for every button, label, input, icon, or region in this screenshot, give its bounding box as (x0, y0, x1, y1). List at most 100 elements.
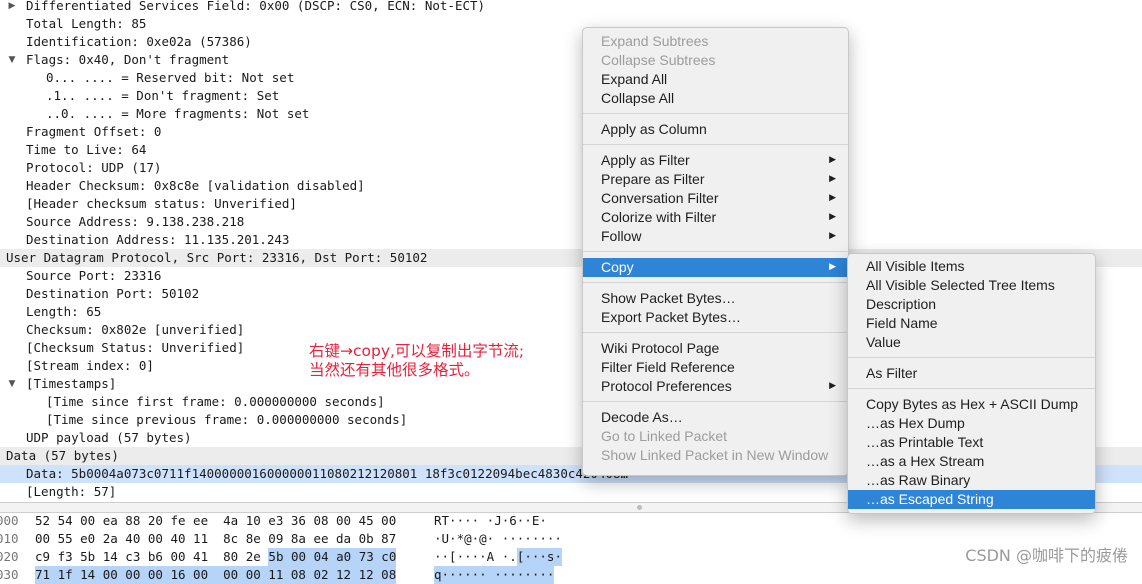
menu-item-description[interactable]: Description (848, 295, 1095, 314)
menu-item-wiki-protocol-page[interactable]: Wiki Protocol Page (583, 339, 848, 358)
menu-item-apply-as-column[interactable]: Apply as Column (583, 120, 848, 139)
menu-item-field-name[interactable]: Field Name (848, 314, 1095, 333)
tree-row-text: Time to Live: 64 (26, 142, 147, 157)
menu-item-label: Apply as Column (601, 121, 707, 137)
tree-row-text: Fragment Offset: 0 (26, 124, 162, 139)
expanded-arrow-icon[interactable]: ▼ (6, 51, 18, 69)
submenu-arrow-icon: ▶ (829, 212, 836, 222)
tree-row[interactable]: Source Address: 9.138.238.218 (0, 213, 1142, 231)
menu-item-label: Field Name (866, 315, 938, 331)
menu-item-label: Conversation Filter (601, 190, 719, 206)
menu-item-as-escaped-string[interactable]: …as Escaped String (848, 490, 1095, 509)
hex-bytes-selected[interactable]: 71 1f 14 00 00 00 16 00 00 00 11 08 02 1… (35, 566, 397, 584)
hex-row: 030 71 1f 14 00 00 00 16 00 00 00 11 08 0… (0, 566, 1142, 584)
hex-offset[interactable]: 000 (0, 512, 19, 530)
tree-row[interactable]: Time to Live: 64 (0, 141, 1142, 159)
menu-item-all-visible-selected-tree-items[interactable]: All Visible Selected Tree Items (848, 276, 1095, 295)
menu-item-label: Export Packet Bytes… (601, 309, 742, 325)
menu-separator (583, 401, 848, 402)
menu-item-collapse-all[interactable]: Collapse All (583, 89, 848, 108)
tree-row-text: Header Checksum: 0x8c8e [validation disa… (26, 178, 365, 193)
tree-row[interactable]: ..0. .... = More fragments: Not set (0, 105, 1142, 123)
menu-item-copy-bytes-as-hex-ascii-dump[interactable]: Copy Bytes as Hex + ASCII Dump (848, 395, 1095, 414)
menu-item-label: Go to Linked Packet (601, 428, 728, 444)
menu-item-go-to-linked-packet: Go to Linked Packet (583, 427, 848, 446)
menu-item-label: Show Linked Packet in New Window (601, 447, 829, 463)
menu-item-as-printable-text[interactable]: …as Printable Text (848, 433, 1095, 452)
collapsed-arrow-icon[interactable]: ▶ (6, 0, 18, 15)
menu-item-label: …as Printable Text (866, 434, 984, 450)
hex-bytes-selected[interactable]: 5b 00 04 a0 73 c0 (268, 548, 397, 566)
menu-item-label: Apply as Filter (601, 152, 690, 168)
hex-bytes[interactable]: c9 f3 5b 14 c3 b6 00 41 80 2e (35, 548, 268, 566)
tree-row-text: Length: 65 (26, 304, 102, 319)
menu-separator (583, 332, 848, 333)
menu-item-value[interactable]: Value (848, 333, 1095, 352)
tree-row-text: Destination Port: 50102 (26, 286, 200, 301)
tree-row[interactable]: ▶ Differentiated Services Field: 0x00 (DS… (0, 0, 1142, 15)
copy-submenu: All Visible Items All Visible Selected Tr… (847, 253, 1096, 514)
hex-offset[interactable]: 010 (0, 530, 19, 548)
menu-item-label: Follow (601, 228, 642, 244)
menu-item-show-packet-bytes[interactable]: Show Packet Bytes… (583, 289, 848, 308)
menu-item-as-hex-dump[interactable]: …as Hex Dump (848, 414, 1095, 433)
tree-row[interactable]: 0... .... = Reserved bit: Not set (0, 69, 1142, 87)
menu-item-all-visible-items[interactable]: All Visible Items (848, 257, 1095, 276)
menu-item-decode-as[interactable]: Decode As… (583, 408, 848, 427)
tree-row[interactable]: Header Checksum: 0x8c8e [validation disa… (0, 177, 1142, 195)
menu-item-label: Value (866, 334, 901, 350)
tree-row[interactable]: .1.. .... = Don't fragment: Set (0, 87, 1142, 105)
menu-separator (848, 388, 1095, 389)
menu-item-follow[interactable]: Follow ▶ (583, 227, 848, 246)
tree-row-text: Flags: 0x40, Don't fragment (26, 52, 230, 67)
hex-bytes[interactable]: 00 55 e0 2a 40 00 40 11 8c 8e 09 8a ee d… (35, 530, 396, 548)
hex-ascii[interactable]: RT···· ·J·6··E· (434, 512, 547, 530)
menu-item-as-a-hex-stream[interactable]: …as a Hex Stream (848, 452, 1095, 471)
expanded-arrow-icon[interactable]: ▼ (6, 375, 18, 393)
tree-row[interactable]: Identification: 0xe02a (57386) (0, 33, 1142, 51)
menu-separator (583, 282, 848, 283)
menu-item-label: …as a Hex Stream (866, 453, 985, 469)
tree-row[interactable]: Destination Address: 11.135.201.243 (0, 231, 1142, 249)
hex-ascii[interactable]: ··[····A ·. (434, 548, 517, 566)
menu-item-colorize-with-filter[interactable]: Colorize with Filter ▶ (583, 208, 848, 227)
tree-row-text: Protocol: UDP (17) (26, 160, 162, 175)
menu-item-filter-field-reference[interactable]: Filter Field Reference (583, 358, 848, 377)
menu-item-protocol-preferences[interactable]: Protocol Preferences ▶ (583, 377, 848, 396)
menu-item-label: Decode As… (601, 409, 683, 425)
tree-row[interactable]: [Header checksum status: Unverified] (0, 195, 1142, 213)
annotation-note: 右键→copy,可以复制出字节流; 当然还有其他很多格式。 (309, 342, 524, 380)
menu-item-prepare-as-filter[interactable]: Prepare as Filter ▶ (583, 170, 848, 189)
menu-item-as-filter[interactable]: As Filter (848, 364, 1095, 383)
tree-row[interactable]: ▼ Flags: 0x40, Don't fragment (0, 51, 1142, 69)
menu-item-label: …as Hex Dump (866, 415, 965, 431)
hex-offset[interactable]: 030 (0, 566, 19, 584)
menu-item-copy[interactable]: Copy ▶ (583, 258, 848, 277)
menu-item-label: Filter Field Reference (601, 359, 735, 375)
menu-item-apply-as-filter[interactable]: Apply as Filter ▶ (583, 151, 848, 170)
menu-item-expand-all[interactable]: Expand All (583, 70, 848, 89)
splitter-grip-icon[interactable] (637, 505, 642, 510)
tree-row[interactable]: Total Length: 85 (0, 15, 1142, 33)
menu-item-label: All Visible Items (866, 258, 965, 274)
menu-item-conversation-filter[interactable]: Conversation Filter ▶ (583, 189, 848, 208)
tree-row-text: ..0. .... = More fragments: Not set (46, 106, 310, 121)
menu-item-label: Wiki Protocol Page (601, 340, 720, 356)
submenu-arrow-icon: ▶ (829, 262, 836, 272)
tree-row[interactable]: Protocol: UDP (17) (0, 159, 1142, 177)
hex-ascii-selected[interactable]: q······ ········ (434, 566, 555, 584)
hex-offset[interactable]: 020 (0, 548, 19, 566)
menu-item-as-raw-binary[interactable]: …as Raw Binary (848, 471, 1095, 490)
tree-row-text: Data: 5b0004a073c0711f140000001600000011… (26, 466, 629, 481)
hex-ascii-selected[interactable]: [···s· (516, 548, 562, 566)
tree-row[interactable]: Fragment Offset: 0 (0, 123, 1142, 141)
hex-bytes[interactable]: 52 54 00 ea 88 20 fe ee 4a 10 e3 36 08 0… (35, 512, 396, 530)
tree-row-text: User Datagram Protocol, Src Port: 23316,… (6, 250, 428, 265)
tree-row-text: 0... .... = Reserved bit: Not set (46, 70, 295, 85)
menu-item-label: Expand Subtrees (601, 33, 709, 49)
menu-item-label: …as Escaped String (866, 491, 994, 507)
hex-ascii[interactable]: ·U·*@·@· ········ (434, 530, 562, 548)
menu-item-label: Expand All (601, 71, 668, 87)
menu-item-export-packet-bytes[interactable]: Export Packet Bytes… (583, 308, 848, 327)
menu-item-label: Prepare as Filter (601, 171, 705, 187)
